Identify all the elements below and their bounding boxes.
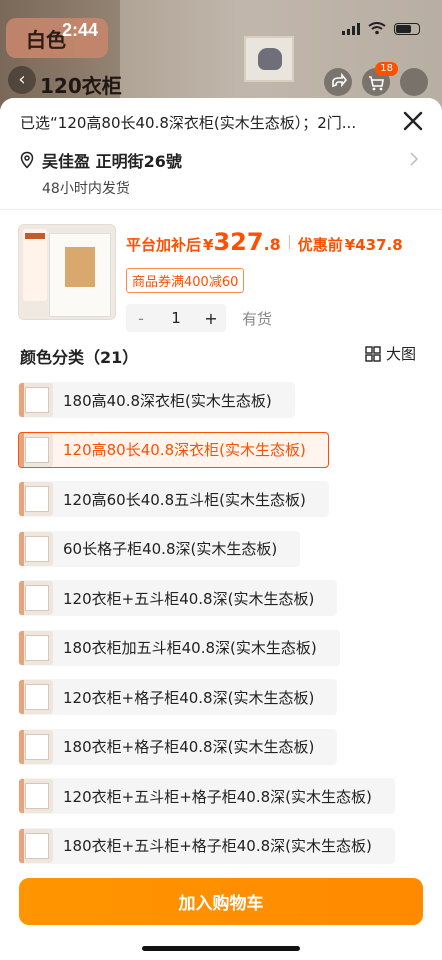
color-option[interactable]: 180衣柜加五斗柜40.8深(实木生态板) — [18, 629, 340, 666]
color-option[interactable]: 120衣柜+五斗柜+格子柜40.8深(实木生态板) — [18, 778, 395, 814]
chevron-right-icon — [410, 152, 419, 166]
color-option[interactable]: 120衣柜+五斗柜40.8深(实木生态板) — [18, 580, 338, 616]
color-option[interactable]: 180衣柜+格子柜40.8深(实木生态板) — [18, 728, 338, 765]
color-option[interactable]: 60长格子柜40.8深(实木生态板) — [18, 530, 301, 567]
back-arrow-icon[interactable]: ‹ — [8, 66, 36, 94]
location-pin-icon — [20, 151, 34, 169]
large-view-label: 大图 — [385, 345, 416, 363]
signal-icon — [342, 22, 360, 35]
large-view-toggle[interactable]: 大图 — [365, 343, 416, 364]
original-price-label: 优惠前 — [297, 236, 343, 254]
price-divider — [288, 235, 290, 249]
option-thumbnail — [19, 581, 53, 615]
original-price: ¥437.8 — [344, 236, 403, 254]
address-row[interactable]: 吴佳盈 正明街26號 — [18, 148, 428, 172]
sheet-header: 已选“120高80长40.8深衣柜(实木生态板）；2门... 吴佳盈 正明街26… — [0, 98, 442, 210]
option-thumbnail — [19, 729, 53, 764]
close-icon[interactable] — [398, 106, 428, 136]
price-decimal: .8 — [263, 235, 281, 254]
color-category-title: 颜色分类（21） — [20, 348, 139, 367]
option-label: 180衣柜加五斗柜40.8深(实木生态板) — [63, 639, 317, 657]
option-label: 120高80长40.8深衣柜(实木生态板) — [63, 441, 306, 459]
increase-button[interactable]: + — [196, 309, 226, 328]
option-label: 180衣柜+格子柜40.8深(实木生态板) — [63, 738, 315, 756]
option-thumbnail — [19, 680, 53, 714]
coupon-badge[interactable]: 商品券满400减60 — [126, 268, 245, 293]
option-label: 120高60长40.8五斗柜(实木生态板) — [63, 490, 306, 509]
option-label: 120衣柜+五斗柜40.8深(实木生态板) — [63, 589, 315, 608]
cart-icon[interactable]: 18 — [362, 62, 398, 96]
status-time: 2:44 — [62, 20, 99, 40]
quantity-stepper: - 1 + — [126, 304, 226, 332]
background-product-title: 120衣柜 — [40, 74, 122, 98]
color-option[interactable]: 180衣柜+五斗柜+格子柜40.8深(实木生态板) — [18, 827, 395, 864]
option-label: 120衣柜+五斗柜+格子柜40.8深(实木生态板) — [63, 787, 372, 806]
option-label: 180衣柜+五斗柜+格子柜40.8深(实木生态板) — [63, 837, 372, 855]
color-options-list: 180高40.8深衣柜(实木生态板) 120高80长40.8深衣柜(实木生态板)… — [18, 382, 428, 877]
option-thumbnail — [19, 630, 53, 665]
color-option[interactable]: 120衣柜+格子柜40.8深(实木生态板) — [18, 679, 338, 715]
option-thumbnail — [19, 828, 53, 863]
selected-sku-text: 已选“120高80长40.8深衣柜(实木生态板）；2门... — [20, 114, 357, 132]
shipping-time: 48小时内发货 — [42, 181, 130, 197]
grid-icon — [365, 345, 381, 362]
option-thumbnail — [19, 482, 53, 516]
stock-status: 有货 — [242, 310, 273, 328]
option-thumbnail — [19, 779, 53, 813]
option-thumbnail — [19, 531, 53, 566]
color-option[interactable]: 120高60长40.8五斗柜(实木生态板) — [18, 481, 329, 517]
battery-icon — [394, 22, 420, 35]
cart-count-badge: 18 — [375, 62, 398, 76]
wifi-icon — [368, 22, 386, 35]
option-label: 180高40.8深衣柜(实木生态板) — [63, 391, 272, 410]
quantity-value[interactable]: 1 — [156, 309, 196, 327]
add-to-cart-button[interactable]: 加入购物车 — [19, 878, 423, 925]
option-thumbnail — [19, 383, 53, 417]
product-summary: 平台加补后 ¥ 327 .8 优惠前 ¥437.8 商品券满400减60 - 1… — [0, 210, 442, 332]
home-indicator[interactable] — [142, 946, 300, 951]
price-row: 平台加补后 ¥ 327 .8 优惠前 ¥437.8 — [126, 228, 403, 256]
color-option[interactable]: 180高40.8深衣柜(实木生态板) — [18, 382, 295, 418]
product-thumbnail[interactable] — [18, 224, 116, 320]
sku-selector-sheet: 已选“120高80长40.8深衣柜(实木生态板）；2门... 吴佳盈 正明街26… — [0, 98, 442, 960]
price-integer: 327 — [213, 228, 264, 256]
subsidy-price-label: 平台加补后 — [126, 236, 202, 254]
decrease-button[interactable]: - — [126, 309, 156, 328]
status-bar: 2:44 — [0, 0, 442, 58]
color-option-selected[interactable]: 120高80长40.8深衣柜(实木生态板) — [18, 431, 329, 468]
option-label: 120衣柜+格子柜40.8深(实木生态板) — [63, 688, 315, 707]
share-icon[interactable] — [324, 68, 352, 96]
delivery-address: 吴佳盈 正明街26號 — [42, 152, 182, 171]
currency-symbol: ¥ — [203, 236, 214, 254]
more-icon[interactable] — [400, 68, 428, 96]
option-thumbnail — [19, 432, 53, 467]
option-label: 60长格子柜40.8深(实木生态板) — [63, 540, 278, 558]
